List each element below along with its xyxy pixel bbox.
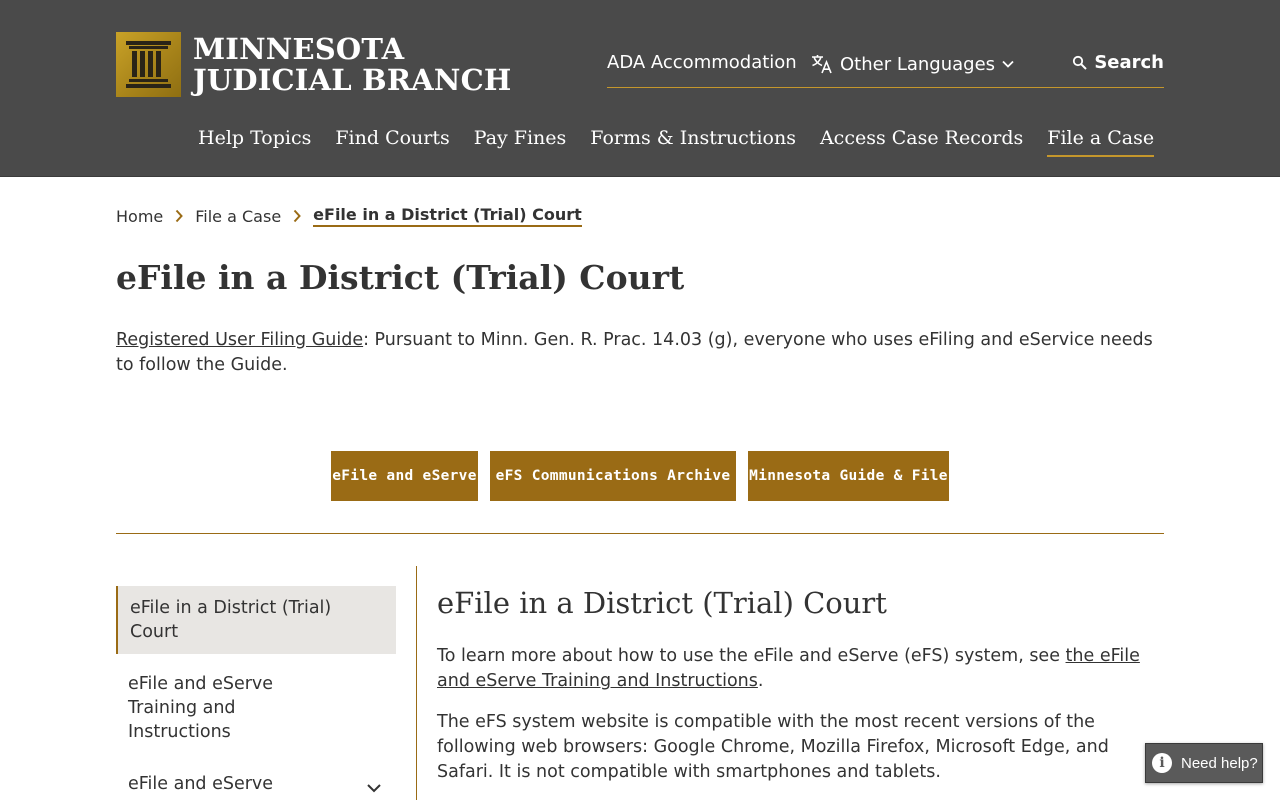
nav-file-a-case[interactable]: File a Case [1047,127,1154,157]
sidenav-item-label: eFile and eServe Resources [128,774,274,800]
sidenav-item-label: eFile in a District (Trial) Court [130,598,332,642]
breadcrumb-file-a-case[interactable]: File a Case [195,207,281,226]
minnesota-guide-file-button[interactable]: Minnesota Guide & File [748,451,949,501]
nav-help-topics[interactable]: Help Topics [198,127,311,157]
content-paragraph-2: The eFS system website is compatible wit… [437,712,1109,782]
intro-paragraph: Registered User Filing Guide: Pursuant t… [116,328,1156,378]
logo-line-1: MINNESOTA [193,31,405,66]
chevron-right-icon [174,209,184,223]
action-buttons: eFile and eServe eFS Communications Arch… [331,451,961,501]
need-help-button[interactable]: i Need help? [1145,743,1263,783]
paragraph-text: . [757,671,764,691]
chevron-right-icon [292,209,302,223]
sidenav-item-training-instructions[interactable]: eFile and eServe Training and Instructio… [116,662,396,754]
site-header: MINNESOTA JUDICIAL BRANCH ADA Accommodat… [0,0,1280,177]
content-paragraph-1: To learn more about how to use the eFile… [437,644,1147,694]
chevron-down-icon [1002,60,1014,68]
courthouse-pillar-icon [116,32,181,97]
sidenav-item-resources[interactable]: eFile and eServe Resources [116,762,396,800]
breadcrumb-current: eFile in a District (Trial) Court [313,205,582,227]
translate-icon [812,55,832,74]
nav-access-case-records[interactable]: Access Case Records [820,127,1023,157]
efile-and-eserve-button[interactable]: eFile and eServe [331,451,478,501]
other-languages-dropdown[interactable]: Other Languages [810,52,1015,76]
main-navigation: Help Topics Find Courts Pay Fines Forms … [198,127,1178,157]
info-icon: i [1152,753,1172,773]
chevron-down-icon[interactable] [366,782,382,794]
sidenav-divider [416,566,417,800]
section-divider [116,533,1164,534]
sidenav-item-efile-district-court[interactable]: eFile in a District (Trial) Court [116,586,396,654]
side-navigation: eFile in a District (Trial) Court eFile … [116,586,396,800]
nav-forms-instructions[interactable]: Forms & Instructions [590,127,796,157]
search-label: Search [1094,52,1164,73]
logo-line-2: JUDICIAL BRANCH [193,62,512,97]
content-heading: eFile in a District (Trial) Court [437,586,887,620]
utility-bar: ADA Accommodation Other Languages Search [607,52,1164,88]
page-title: eFile in a District (Trial) Court [116,258,685,297]
sidenav-item-label: eFile and eServe Training and Instructio… [128,674,274,742]
logo-wordmark: MINNESOTA JUDICIAL BRANCH [193,31,512,97]
nav-pay-fines[interactable]: Pay Fines [474,127,567,157]
main-content: eFile in a District (Trial) Court To lea… [437,586,1147,785]
breadcrumb: Home File a Case eFile in a District (Tr… [116,205,582,227]
need-help-label: Need help? [1181,754,1258,772]
other-languages-label: Other Languages [840,53,996,75]
paragraph-text: To learn more about how to use the eFile… [437,646,1066,666]
ada-accommodation-link[interactable]: ADA Accommodation [607,52,797,73]
search-button[interactable]: Search [1072,52,1164,73]
breadcrumb-home[interactable]: Home [116,207,163,226]
nav-find-courts[interactable]: Find Courts [335,127,449,157]
registered-user-filing-guide-link[interactable]: Registered User Filing Guide [116,330,363,350]
efs-communications-archive-button[interactable]: eFS Communications Archive [490,451,736,501]
site-logo[interactable]: MINNESOTA JUDICIAL BRANCH [116,32,511,97]
search-icon [1073,55,1088,70]
